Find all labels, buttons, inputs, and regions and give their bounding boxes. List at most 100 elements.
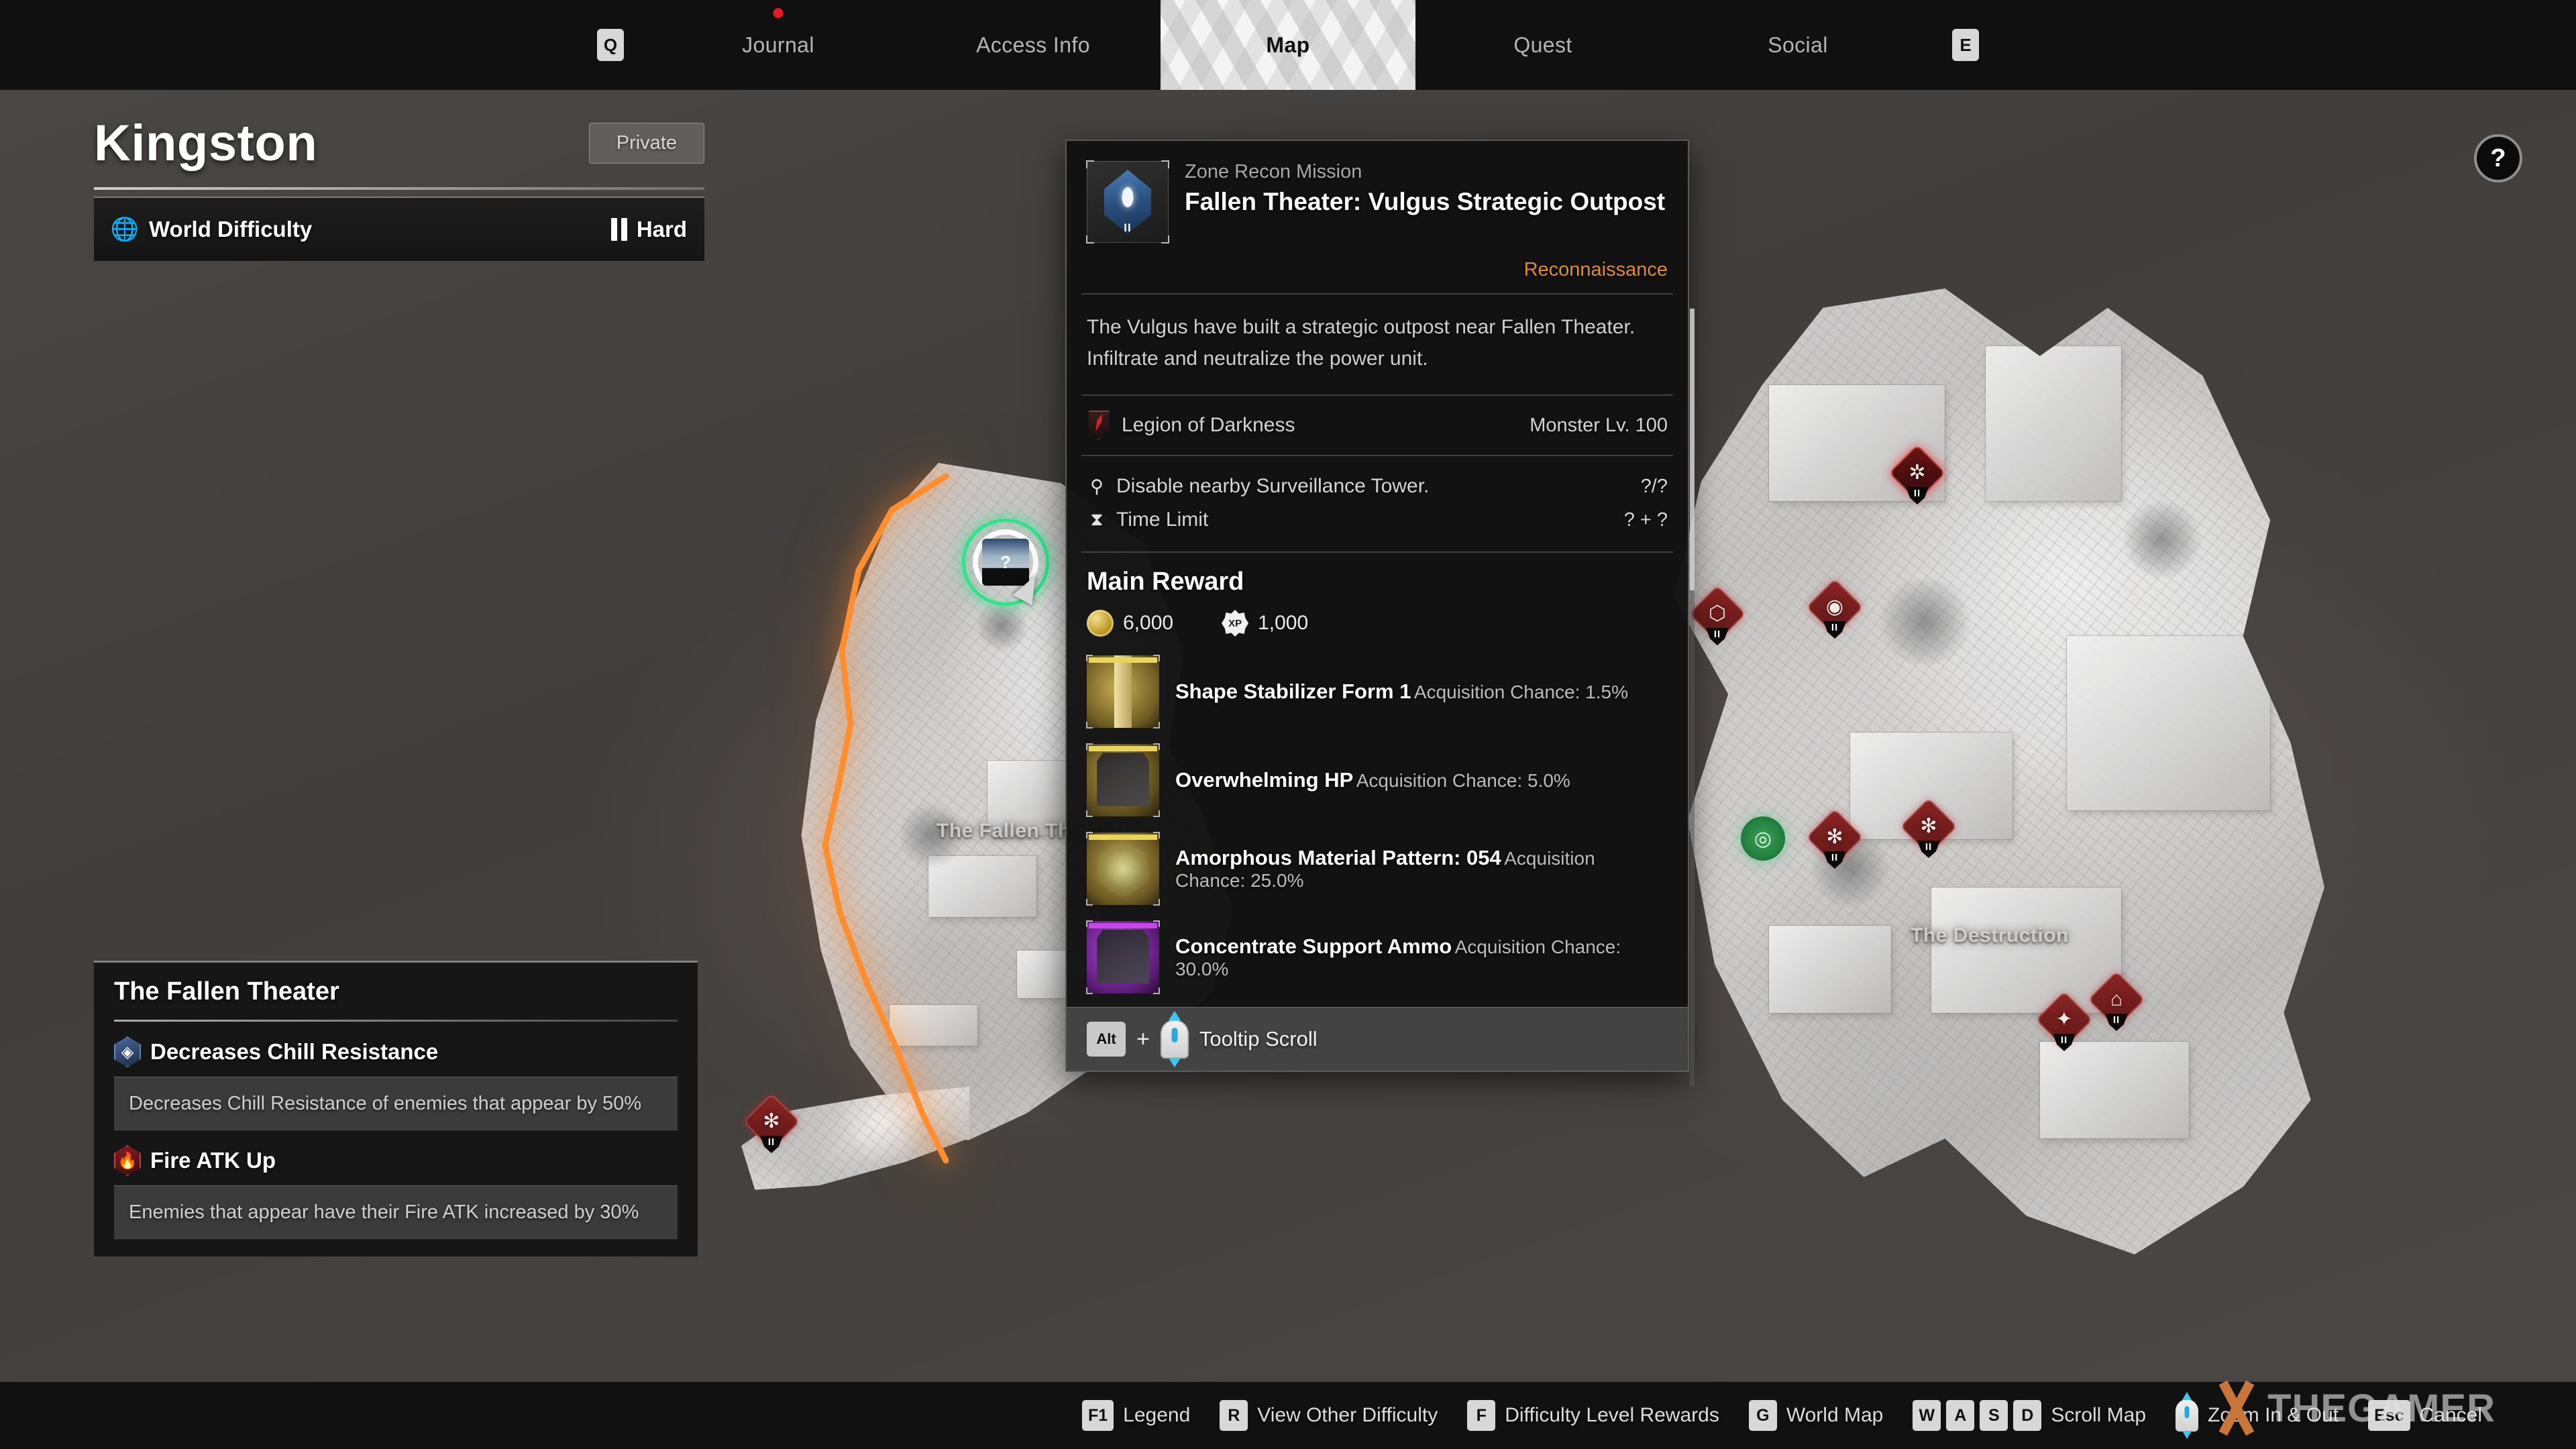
tab-social[interactable]: Social <box>1670 0 1925 90</box>
reward-item[interactable]: Amorphous Material Pattern: 054 Acquisit… <box>1086 824 1668 913</box>
hint-label: Legend <box>1123 1404 1191 1426</box>
map-building <box>1768 926 1891 1013</box>
key-f1[interactable]: F1 <box>1081 1400 1114 1431</box>
map-marker-mission[interactable]: ⬡ II <box>1688 585 1746 645</box>
mission-icon-tier: II <box>1124 221 1132 234</box>
person-pin-icon: ⚲ <box>1090 476 1104 496</box>
map-marker-mission[interactable]: ◉ II <box>1806 578 1864 639</box>
currency-xp: XP 1,000 <box>1222 610 1308 637</box>
mission-tooltip: II Zone Recon Mission Fallen Theater: Vu… <box>1065 140 1695 1087</box>
reward-item-name: Shape Stabilizer Form 1 <box>1175 680 1411 703</box>
map-marker-mission[interactable]: ⌂ II <box>2088 971 2145 1031</box>
faction-name: Legion of Darkness <box>1122 414 1295 436</box>
tab-map-label: Map <box>1266 32 1310 57</box>
hint-label: World Map <box>1786 1404 1884 1426</box>
tooltip-scroll-label: Tooltip Scroll <box>1199 1027 1318 1051</box>
map-marker-landing-point[interactable]: ◎ <box>1741 816 1785 861</box>
hint-view-other-difficulty[interactable]: R View Other Difficulty <box>1220 1400 1438 1431</box>
reward-item-name: Concentrate Support Ammo <box>1175 934 1452 958</box>
notification-dot <box>773 8 784 18</box>
map-marker-mission[interactable]: ✻ II <box>743 1093 800 1153</box>
zone-effects-panel: The Fallen Theater ◈ Decreases Chill Res… <box>94 961 698 1257</box>
map-building <box>890 1005 978 1046</box>
reward-item-chance: Acquisition Chance: 1.5% <box>1413 682 1628 702</box>
reward-item-list: Shape Stabilizer Form 1 Acquisition Chan… <box>1067 643 1688 1004</box>
objective-value: ? + ? <box>1623 508 1668 531</box>
key-a[interactable]: A <box>1946 1400 1975 1431</box>
map-marker-mission[interactable]: ✲ II <box>1888 444 1946 504</box>
effect-description: Enemies that appear have their Fire ATK … <box>114 1185 678 1240</box>
key-w[interactable]: W <box>1913 1400 1941 1431</box>
map-marker-mission[interactable]: ✦ II <box>2035 991 2093 1051</box>
reward-item[interactable]: Overwhelming HP Acquisition Chance: 5.0% <box>1086 736 1668 824</box>
tab-map[interactable]: Map <box>1161 0 1415 90</box>
map-vegetation <box>899 802 963 869</box>
mouse-scroll-icon <box>1160 1011 1189 1067</box>
tab-quest-label: Quest <box>1513 32 1572 57</box>
key-esc[interactable]: Esc <box>2368 1400 2410 1431</box>
key-f[interactable]: F <box>1467 1400 1496 1431</box>
mission-description: The Vulgus have built a strategic outpos… <box>1087 316 1635 370</box>
module-card-thumb <box>1086 743 1160 817</box>
tab-access-info-label: Access Info <box>976 32 1090 57</box>
bottom-hint-bar: F1 Legend R View Other Difficulty F Diff… <box>0 1382 2576 1449</box>
hint-zoom[interactable]: Zoom In & Out <box>2176 1392 2339 1439</box>
difficulty-tier-bars <box>610 218 627 241</box>
map-building <box>1986 346 2121 501</box>
hint-label: Scroll Map <box>2051 1404 2147 1426</box>
objective-value: ?/? <box>1640 475 1668 497</box>
hint-world-map[interactable]: G World Map <box>1748 1400 1884 1431</box>
tooltip-scrollbar[interactable] <box>1690 309 1695 1087</box>
alt-keycap[interactable]: Alt <box>1087 1022 1126 1057</box>
mission-objectives: ⚲ Disable nearby Surveillance Tower. ?/?… <box>1067 456 1688 551</box>
reward-item-name: Overwhelming HP <box>1175 768 1354 792</box>
monster-level: Monster Lv. 100 <box>1529 414 1668 436</box>
map-marker-mission[interactable]: ✻ II <box>1806 808 1864 869</box>
key-g[interactable]: G <box>1748 1400 1777 1431</box>
map-vegetation <box>1877 578 1972 665</box>
objective-row: ⚲ Disable nearby Surveillance Tower. ?/? <box>1087 470 1668 503</box>
reward-item[interactable]: Shape Stabilizer Form 1 Acquisition Chan… <box>1086 647 1668 736</box>
world-difficulty-value: Hard <box>636 217 687 241</box>
hint-difficulty-level-rewards[interactable]: F Difficulty Level Rewards <box>1467 1400 1719 1431</box>
reward-item-chance: Acquisition Chance: 5.0% <box>1356 770 1570 791</box>
key-d[interactable]: D <box>2013 1400 2042 1431</box>
tab-quest[interactable]: Quest <box>1415 0 1670 90</box>
nav-key-q[interactable]: Q <box>597 29 624 61</box>
gold-coin-icon <box>1087 610 1114 637</box>
hint-legend[interactable]: F1 Legend <box>1081 1400 1191 1431</box>
world-difficulty-row[interactable]: 🌐 World Difficulty Hard <box>94 197 704 261</box>
currency-gold: 6,000 <box>1087 610 1173 637</box>
effect-name: Decreases Chill Resistance <box>150 1039 439 1064</box>
mouse-scroll-icon <box>2176 1392 2199 1439</box>
header-divider <box>94 187 704 190</box>
effect-description: Decreases Chill Resistance of enemies th… <box>114 1077 678 1131</box>
gold-value: 6,000 <box>1123 612 1174 634</box>
tab-journal-label: Journal <box>742 32 814 57</box>
map-vegetation <box>2121 500 2203 578</box>
hint-cancel[interactable]: Esc Cancel <box>2368 1400 2482 1431</box>
hint-label: View Other Difficulty <box>1257 1404 1438 1426</box>
tab-social-label: Social <box>1768 32 1828 57</box>
globe-icon: 🌐 <box>110 217 140 242</box>
hint-scroll-map[interactable]: W A S D Scroll Map <box>1913 1400 2146 1431</box>
key-r[interactable]: R <box>1220 1400 1248 1431</box>
tab-access-info[interactable]: Access Info <box>906 0 1161 90</box>
nav-key-e[interactable]: E <box>1952 29 1979 61</box>
objective-text: Disable nearby Surveillance Tower. <box>1116 475 1430 497</box>
fire-hex-icon: 🔥 <box>114 1145 141 1177</box>
tab-journal[interactable]: Journal <box>651 0 906 90</box>
hint-label: Zoom In & Out <box>2208 1404 2339 1426</box>
key-s[interactable]: S <box>1980 1400 2008 1431</box>
top-navigation-bar: Q Journal Access Info Map Quest Social E <box>0 0 2576 90</box>
xp-value: 1,000 <box>1258 612 1309 634</box>
mission-type-badge: Reconnaissance <box>1523 259 1668 280</box>
privacy-button[interactable]: Private <box>588 123 704 164</box>
reward-item[interactable]: Concentrate Support Ammo Acquisition Cha… <box>1086 913 1668 1002</box>
help-icon[interactable]: ? <box>2474 134 2522 182</box>
scrollbar-thumb[interactable] <box>1690 309 1695 590</box>
map-marker-mission[interactable]: ✻ II <box>1900 798 1957 858</box>
page-title: Kingston <box>94 115 318 172</box>
map-building <box>987 761 1066 836</box>
world-difficulty-label: World Difficulty <box>149 217 313 241</box>
